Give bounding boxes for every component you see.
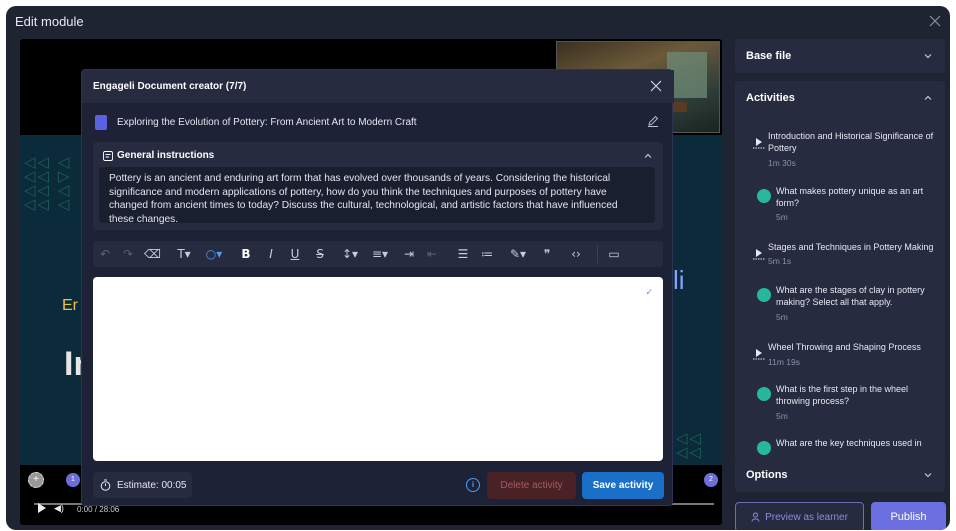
poll-icon xyxy=(757,387,771,401)
slide-side-text: li xyxy=(673,265,685,295)
chevron-up-icon[interactable] xyxy=(923,93,933,103)
activity-title: Introduction and Historical Significance… xyxy=(768,131,934,153)
bullet-list-icon[interactable]: ☰ xyxy=(455,245,471,263)
timeline-marker[interactable]: 2 xyxy=(704,473,718,487)
activity-title: Wheel Throwing and Shaping Process xyxy=(768,342,921,352)
activities-section: Activities Introduction and Historical S… xyxy=(735,81,945,479)
dialog-header: Engageli Document creator (7/7) xyxy=(82,70,674,103)
video-icon xyxy=(753,349,765,360)
dialog-title: Engageli Document creator (7/7) xyxy=(93,81,247,92)
activity-title: What makes pottery unique as an art form… xyxy=(776,186,924,208)
activity-title: What is the first step in the wheel thro… xyxy=(776,384,909,406)
notes-icon xyxy=(103,150,113,161)
text-color-icon[interactable]: ○▾ xyxy=(203,245,225,263)
timer-icon xyxy=(100,479,111,491)
activity-duration: 5m xyxy=(776,312,788,322)
preview-as-learner-button[interactable]: Preview as learner xyxy=(735,502,864,530)
estimate-text: Estimate: 00:05 xyxy=(117,479,187,491)
line-height-icon[interactable]: ↕▾ xyxy=(339,245,361,263)
play-icon[interactable] xyxy=(38,503,46,513)
underline-icon[interactable]: U xyxy=(287,245,303,263)
strikethrough-icon[interactable]: S xyxy=(312,245,328,263)
slide-subtitle: Er xyxy=(62,297,78,314)
activity-duration: 5m 1s xyxy=(768,256,792,266)
estimate-badge: Estimate: 00:05 xyxy=(93,472,192,498)
save-activity-button[interactable]: Save activity xyxy=(582,472,664,499)
delete-activity-button[interactable]: Delete activity xyxy=(487,472,576,499)
activity-duration: 1m 30s xyxy=(768,158,796,168)
title-bar: Edit module xyxy=(6,6,950,36)
indent-icon[interactable]: ⇥ xyxy=(401,245,417,263)
edit-module-window: Edit module ◁◁ ◁ ◁◁ ▷ ◁◁ ◁ ◁◁ ◁ ◁◁ ◁◁ Er In … xyxy=(6,6,950,530)
window-title: Edit module xyxy=(15,13,84,29)
undo-icon[interactable]: ↶ xyxy=(97,245,113,263)
eraser-icon[interactable]: ⌫ xyxy=(144,245,161,263)
video-icon xyxy=(753,249,765,260)
chevron-down-icon[interactable] xyxy=(923,51,933,61)
slide-pattern: ◁◁ ◁ ◁◁ ▷ ◁◁ ◁ ◁◁ ◁ xyxy=(24,153,72,213)
general-instructions-panel: General instructions Pottery is an ancie… xyxy=(93,142,663,230)
italic-icon[interactable]: I xyxy=(263,245,279,263)
activities-list[interactable]: Introduction and Historical Significance… xyxy=(735,115,945,473)
general-instructions-text: Pottery is an ancient and enduring art f… xyxy=(99,167,655,225)
options-label: Options xyxy=(746,469,788,481)
activity-duration: 11m 19s xyxy=(768,357,800,367)
timeline-marker[interactable]: 1 xyxy=(66,473,80,487)
fullscreen-icon[interactable]: ▭ xyxy=(606,245,622,263)
person-icon xyxy=(751,512,760,522)
highlight-icon[interactable]: ✎▾ xyxy=(507,245,529,263)
activity-title: Stages and Techniques in Pottery Making xyxy=(768,242,934,252)
activity-title: What are the key techniques used in xyxy=(776,438,922,448)
chevron-down-icon[interactable] xyxy=(923,470,933,480)
response-editor[interactable]: ✓ xyxy=(93,277,663,461)
bold-icon[interactable]: B xyxy=(238,245,254,263)
document-icon xyxy=(95,115,107,130)
outdent-icon[interactable]: ⇤ xyxy=(424,245,440,263)
poll-icon xyxy=(757,189,771,203)
chevron-up-icon[interactable] xyxy=(643,151,653,161)
formatting-toolbar: ↶ ↷ ⌫ T▾ ○▾ B I U S ↕▾ ≡▾ ⇥ ⇤ ☰ ≔ ✎▾ ❞ ‹… xyxy=(93,241,663,267)
quote-icon[interactable]: ❞ xyxy=(539,245,555,263)
poll-icon xyxy=(757,441,771,455)
volume-icon[interactable]: ◀) xyxy=(54,503,64,513)
redo-icon[interactable]: ↷ xyxy=(120,245,136,263)
activity-duration: 5m xyxy=(776,212,788,222)
close-icon[interactable] xyxy=(928,14,942,28)
document-row: Exploring the Evolution of Pottery: From… xyxy=(95,115,661,133)
activity-duration: 5m xyxy=(776,411,788,421)
pencil-icon[interactable] xyxy=(647,115,659,127)
close-icon[interactable] xyxy=(650,80,662,92)
right-panel: Base file Activities Introduction and Hi… xyxy=(735,39,946,530)
align-icon[interactable]: ≡▾ xyxy=(369,245,391,263)
info-icon[interactable]: i xyxy=(466,478,480,492)
text-size-icon[interactable]: T▾ xyxy=(173,245,195,263)
document-creator-dialog: Engageli Document creator (7/7) Explorin… xyxy=(81,69,674,506)
base-file-section[interactable]: Base file xyxy=(735,39,945,73)
toolbar-divider xyxy=(597,245,598,263)
general-instructions-label: General instructions xyxy=(117,150,215,161)
general-instructions-header[interactable]: General instructions xyxy=(103,150,214,161)
slide-pattern: ◁◁ ◁◁ xyxy=(676,429,704,461)
base-file-label: Base file xyxy=(746,50,792,62)
publish-button[interactable]: Publish xyxy=(871,502,946,530)
poll-icon xyxy=(757,288,771,302)
document-title: Exploring the Evolution of Pottery: From… xyxy=(117,117,417,128)
code-icon[interactable]: ‹› xyxy=(567,245,585,263)
options-section[interactable]: Options xyxy=(735,458,945,492)
time-display: 0:00 / 28:06 xyxy=(77,505,120,514)
add-marker-button[interactable]: + xyxy=(28,472,44,488)
activities-label: Activities xyxy=(746,92,795,104)
numbered-list-icon[interactable]: ≔ xyxy=(479,245,495,263)
activity-title: What are the stages of clay in pottery m… xyxy=(776,285,925,307)
check-icon: ✓ xyxy=(645,287,653,297)
video-icon xyxy=(753,138,765,149)
preview-label: Preview as learner xyxy=(765,511,848,523)
